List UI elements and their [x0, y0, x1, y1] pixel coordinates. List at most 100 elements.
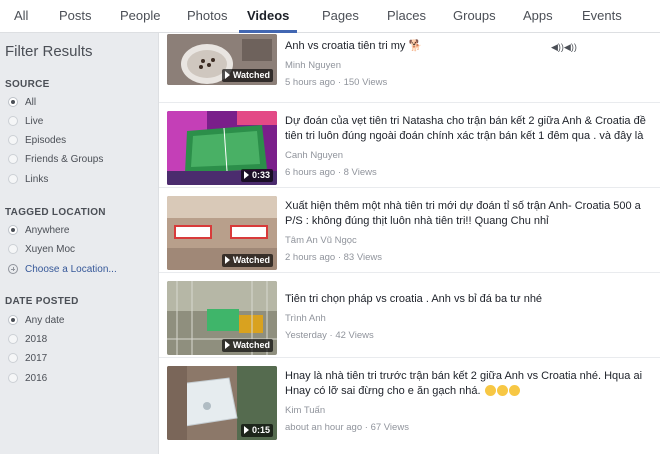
badge-label: Watched [232, 70, 270, 80]
video-meta: 5 hours ago · 150 Views [285, 77, 388, 88]
play-icon [224, 71, 230, 79]
option-label: 2016 [25, 373, 48, 384]
video-thumbnail[interactable]: Watched [167, 281, 277, 355]
radio-icon [8, 116, 18, 126]
video-result[interactable]: Watched Xuất hiện thêm một nhà tiên tri … [159, 188, 660, 273]
duration-badge: 0:33 [240, 169, 273, 182]
video-thumbnail[interactable]: Watched [167, 196, 277, 270]
radio-icon [8, 174, 18, 184]
tab-pages[interactable]: Pages [322, 0, 359, 33]
radio-icon [8, 353, 18, 363]
watched-badge: Watched [221, 254, 273, 267]
play-icon [224, 256, 230, 264]
radio-icon [8, 244, 18, 254]
video-thumbnail[interactable]: 0:15 [167, 366, 277, 440]
play-icon [224, 341, 230, 349]
video-title[interactable]: Tiên tri chọn pháp vs croatia . Anh vs b… [285, 292, 660, 307]
source-option-friends-groups[interactable]: Friends & Groups [8, 154, 103, 168]
tab-people[interactable]: People [120, 0, 160, 33]
radio-icon [8, 135, 18, 145]
play-icon [243, 171, 249, 179]
video-title-line2[interactable]: Hnay có lỡ sai đừng cho e ăn gạch nhá. [285, 384, 660, 399]
video-title-line2[interactable]: P/S : không đúng thịt luôn nhà tiên tri!… [285, 214, 660, 229]
badge-label: 0:33 [251, 170, 270, 180]
choose-location-link[interactable]: Choose a Location... [8, 264, 117, 278]
video-thumbnail[interactable]: 0:33 [167, 111, 277, 185]
badge-label: Watched [232, 255, 270, 265]
date-option-any[interactable]: Any date [8, 315, 64, 329]
radio-selected-icon [8, 225, 18, 235]
option-label: 2018 [25, 334, 48, 345]
tab-apps[interactable]: Apps [523, 0, 553, 33]
location-option-xuyen-moc[interactable]: Xuyen Moc [8, 244, 75, 258]
date-heading: DATE POSTED [5, 296, 79, 307]
add-icon [8, 264, 18, 274]
filter-sidebar: Filter Results SOURCE All Live Episodes … [0, 33, 158, 454]
option-label: Friends & Groups [25, 154, 104, 165]
option-label: Xuyen Moc [25, 244, 76, 255]
tab-events[interactable]: Events [582, 0, 622, 33]
grin-emoji-icon [496, 385, 508, 396]
tab-videos[interactable]: Videos [239, 0, 298, 33]
video-thumbnail[interactable]: Watched [167, 34, 277, 85]
speaker-icon: ◀))◀)) [551, 42, 577, 52]
tab-posts[interactable]: Posts [59, 0, 92, 33]
source-option-all[interactable]: All [8, 97, 36, 111]
option-label: Choose a Location... [25, 264, 117, 275]
search-tabs-bar: All Posts People Photos Videos Pages Pla… [0, 0, 660, 33]
video-meta: 6 hours ago · 8 Views [285, 167, 377, 178]
video-title[interactable]: Hnay là nhà tiên tri trước trận bán kết … [285, 369, 660, 384]
title-text: Hnay có lỡ sai đừng cho e ăn gạch nhá. [285, 385, 481, 397]
option-label: Live [25, 116, 44, 127]
video-result[interactable]: 0:33 Dự đoán của vẹt tiên tri Natasha ch… [159, 103, 660, 188]
dog-emoji-icon: 🐕 [408, 40, 423, 52]
date-option-2016[interactable]: 2016 [8, 373, 47, 387]
option-label: Anywhere [25, 225, 70, 236]
video-author[interactable]: Tâm An Vũ Ngọc [285, 235, 357, 246]
video-author[interactable]: Trình Anh [285, 313, 326, 324]
option-label: All [25, 97, 37, 108]
badge-label: 0:15 [251, 425, 270, 435]
watched-badge: Watched [221, 69, 273, 82]
date-option-2018[interactable]: 2018 [8, 334, 47, 348]
video-author[interactable]: Canh Nguyen [285, 150, 343, 161]
option-label: Episodes [25, 135, 67, 146]
duration-badge: 0:15 [240, 424, 273, 437]
video-meta: 2 hours ago · 83 Views [285, 252, 382, 263]
video-title[interactable]: Anh vs croatia tiên tri my 🐕 [285, 39, 660, 54]
badge-label: Watched [232, 340, 270, 350]
radio-selected-icon [8, 315, 18, 325]
source-heading: SOURCE [5, 79, 50, 90]
source-option-links[interactable]: Links [8, 174, 48, 188]
tab-places[interactable]: Places [387, 0, 426, 33]
video-author[interactable]: Minh Nguyen [285, 60, 341, 71]
radio-icon [8, 373, 18, 383]
location-heading: TAGGED LOCATION [5, 207, 106, 218]
date-option-2017[interactable]: 2017 [8, 353, 47, 367]
grin-emoji-icon [484, 385, 496, 396]
radio-icon [8, 154, 18, 164]
radio-icon [8, 334, 18, 344]
video-result[interactable]: Watched Tiên tri chọn pháp vs croatia . … [159, 273, 660, 358]
title-text: Anh vs croatia tiên tri my [285, 40, 406, 52]
video-result[interactable]: Watched Anh vs croatia tiên tri my 🐕 ◀))◀… [159, 33, 660, 103]
filter-title: Filter Results [5, 43, 93, 60]
location-option-anywhere[interactable]: Anywhere [8, 225, 69, 239]
video-title[interactable]: Dự đoán của vẹt tiên tri Natasha cho trậ… [285, 114, 660, 129]
video-meta: Yesterday · 42 Views [285, 330, 374, 341]
video-title-line2[interactable]: tiên tri luôn đúng ngoài đoán chính xác … [285, 129, 660, 144]
video-meta: about an hour ago · 67 Views [285, 422, 409, 433]
video-title[interactable]: Xuất hiện thêm một nhà tiên tri mới dự đ… [285, 199, 660, 214]
tab-photos[interactable]: Photos [187, 0, 227, 33]
option-label: Links [25, 174, 49, 185]
source-option-episodes[interactable]: Episodes [8, 135, 66, 149]
option-label: 2017 [25, 353, 48, 364]
play-icon [243, 426, 249, 434]
watched-badge: Watched [221, 339, 273, 352]
grin-emoji-icon [508, 385, 520, 396]
tab-all[interactable]: All [14, 0, 28, 33]
video-author[interactable]: Kim Tuấn [285, 405, 325, 416]
video-result[interactable]: 0:15 Hnay là nhà tiên tri trước trận bán… [159, 358, 660, 454]
tab-groups[interactable]: Groups [453, 0, 496, 33]
source-option-live[interactable]: Live [8, 116, 43, 130]
